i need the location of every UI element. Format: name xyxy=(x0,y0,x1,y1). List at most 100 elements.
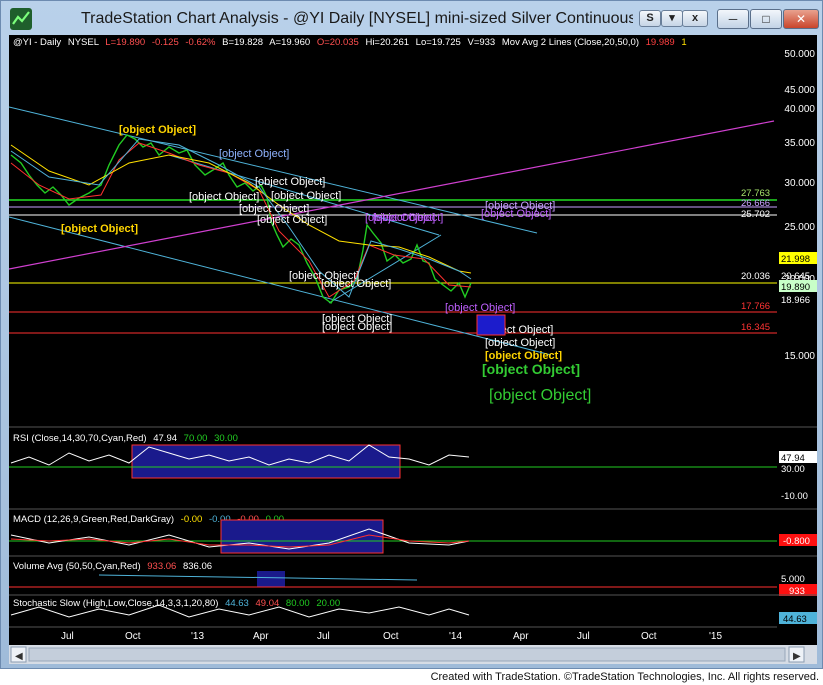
header-open: O=20.035 xyxy=(317,37,359,48)
rsi-oversold: 30.00 xyxy=(214,433,238,444)
rsi-axis: -10.00 xyxy=(781,491,808,502)
wave-label: [object Object] xyxy=(481,208,551,220)
close-button[interactable]: ✕ xyxy=(783,9,819,29)
minimize-button[interactable]: ─ xyxy=(717,9,749,29)
stoch-label: Stochastic Slow (High,Low,Close,14,3,3,1… xyxy=(13,598,218,609)
macd-label: MACD (12,26,9,Green,Red,DarkGray) xyxy=(13,514,174,525)
price-tick: 15.000 xyxy=(784,351,815,362)
price-tag: 17.766 xyxy=(741,301,770,312)
price-tag: 19.890 xyxy=(781,282,810,293)
date-tick: '14 xyxy=(449,631,462,642)
chart-options-button[interactable]: x xyxy=(682,10,708,27)
date-tick: Oct xyxy=(383,631,399,642)
header-symbol: @YI - Daily xyxy=(13,37,61,48)
rsi-overbought: 70.00 xyxy=(184,433,208,444)
target-box xyxy=(476,314,506,336)
price-tag: 26.666 xyxy=(741,198,770,209)
date-tick: Oct xyxy=(125,631,141,642)
price-tag: 25.702 xyxy=(741,209,770,220)
header-volume: V=933 xyxy=(467,37,495,48)
stoch-value: 49.04 xyxy=(255,598,279,609)
scroll-left-icon: ◀ xyxy=(15,651,23,662)
scroll-thumb[interactable] xyxy=(28,647,786,662)
date-tick: '13 xyxy=(191,631,204,642)
header-bid: B=19.828 xyxy=(222,37,263,48)
svg-text:@YI - Daily NYSEL: @YI - Daily NYSEL L=19.890 -0.125 -0.62%… xyxy=(13,37,687,48)
volume-value: 933.06 xyxy=(147,561,176,572)
stoch-value: 80.00 xyxy=(286,598,310,609)
rsi-highlight-box xyxy=(131,444,401,479)
header-high: Hi=20.261 xyxy=(365,37,409,48)
date-tick: Jul xyxy=(577,631,590,642)
maximize-button[interactable]: □ xyxy=(750,9,782,29)
date-tick: '15 xyxy=(709,631,722,642)
wave-label: [object Object] xyxy=(445,302,515,314)
header-study-value: 19.989 xyxy=(646,37,675,48)
header-pct: -0.62% xyxy=(185,37,216,48)
price-tick: 45.000 xyxy=(784,85,815,96)
price-tick: 30.000 xyxy=(784,178,815,189)
date-tick: Oct xyxy=(641,631,657,642)
wave-label: [object Object] xyxy=(61,223,138,235)
chart-area[interactable]: @YI - Daily NYSEL L=19.890 -0.125 -0.62%… xyxy=(9,35,817,664)
price-tick: 50.000 xyxy=(784,49,815,60)
wave-label: [object Object] xyxy=(489,387,591,404)
svg-text:Stochastic Slow (High,Low,Clos: Stochastic Slow (High,Low,Close,14,3,3,1… xyxy=(13,598,340,609)
header-exchange: NYSEL xyxy=(68,37,99,48)
header-study-value-2: 1 xyxy=(681,37,686,48)
macd-value: -0.00 xyxy=(181,514,203,525)
dropdown-button[interactable]: ▾ xyxy=(661,10,683,27)
macd-highlight-box xyxy=(220,519,384,554)
wave-label: [object Object] xyxy=(271,190,341,202)
header-last: L=19.890 xyxy=(105,37,145,48)
date-tick: Jul xyxy=(317,631,330,642)
price-tick: 25.000 xyxy=(784,222,815,233)
volume-axis: 5.000 xyxy=(781,574,805,585)
wave-label: [object Object] xyxy=(485,337,555,349)
macd-axis: -0.800 xyxy=(783,536,810,547)
tradestation-app-icon xyxy=(10,8,32,30)
volume-value: 836.06 xyxy=(183,561,212,572)
stoch-value: 20.00 xyxy=(316,598,340,609)
price-tick: 40.000 xyxy=(784,104,815,115)
rsi-label: RSI (Close,14,30,70,Cyan,Red) xyxy=(13,433,147,444)
wave-label: [object Object] xyxy=(189,191,259,203)
wave-label: [object Object] xyxy=(119,124,196,136)
copyright-footer: Created with TradeStation. ©TradeStation… xyxy=(0,670,823,685)
rsi-axis: 47.94 xyxy=(781,453,805,464)
header-study: Mov Avg 2 Lines (Close,20,50,0) xyxy=(502,37,639,48)
wave-label: [object Object] xyxy=(373,212,443,224)
price-tick: 35.000 xyxy=(784,138,815,149)
symbol-link-button[interactable]: S xyxy=(639,10,661,27)
wave-label: [object Object] xyxy=(482,361,580,377)
date-tick: Apr xyxy=(513,631,529,642)
wave-label: [object Object] xyxy=(322,321,392,333)
volume-label: Volume Avg (50,50,Cyan,Red) xyxy=(13,561,141,572)
price-chart[interactable]: @YI - Daily NYSEL L=19.890 -0.125 -0.62%… xyxy=(9,35,817,664)
rsi-value: 47.94 xyxy=(153,433,177,444)
window-title: TradeStation Chart Analysis - @YI Daily … xyxy=(81,10,633,27)
wave-label: [object Object] xyxy=(255,176,325,188)
stoch-axis: 44.63 xyxy=(783,614,807,625)
price-tag: 16.345 xyxy=(741,322,770,333)
rsi-axis: 30.00 xyxy=(781,464,805,475)
header-low: Lo=19.725 xyxy=(416,37,461,48)
chart-window: TradeStation Chart Analysis - @YI Daily … xyxy=(0,0,823,669)
title-bar[interactable]: TradeStation Chart Analysis - @YI Daily … xyxy=(1,1,823,37)
price-tag: 20.036 xyxy=(741,271,770,282)
header-ask: A=19.960 xyxy=(269,37,310,48)
price-axis[interactable] xyxy=(777,35,817,664)
svg-text:RSI (Close,14,30,70,Cyan,Red): RSI (Close,14,30,70,Cyan,Red) 47.94 70.0… xyxy=(13,433,238,444)
stoch-value: 44.63 xyxy=(225,598,249,609)
header-change: -0.125 xyxy=(152,37,179,48)
price-tag: 18.966 xyxy=(781,295,810,306)
scroll-right-icon: ▶ xyxy=(793,651,801,662)
wave-label: [object Object] xyxy=(321,278,391,290)
svg-text:Volume Avg (50,50,Cyan,Red): Volume Avg (50,50,Cyan,Red) 933.06 836.0… xyxy=(13,561,212,572)
date-tick: Apr xyxy=(253,631,269,642)
price-tag: 21.998 xyxy=(781,254,810,265)
date-tick: Jul xyxy=(61,631,74,642)
wave-label: [object Object] xyxy=(257,214,327,226)
wave-label: [object Object] xyxy=(219,148,289,160)
volume-highlight-box xyxy=(257,571,285,587)
